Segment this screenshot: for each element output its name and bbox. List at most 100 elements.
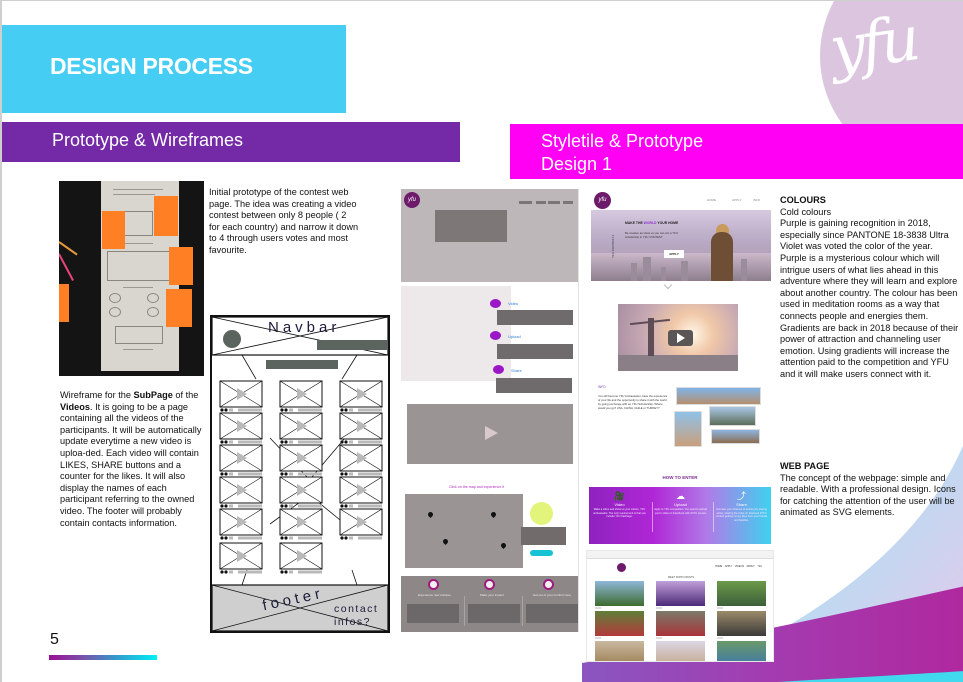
like-icon [280, 504, 284, 508]
mockup2-hero: MAKE THE WORLD YOUR HOME Be creative as … [591, 210, 771, 281]
like-counter [229, 408, 233, 412]
like-icon [220, 408, 224, 412]
sticky-note [169, 247, 193, 285]
like-counter [229, 570, 233, 574]
sticky-note [102, 211, 125, 249]
play-icon [485, 426, 498, 440]
section2-heading-line2: Design 1 [541, 154, 613, 174]
wireframe-connector [341, 354, 358, 380]
step-share: ⤴ Share Increase your chances of winning… [715, 491, 768, 522]
browser-chrome [587, 551, 773, 559]
participant-name [358, 408, 382, 412]
hero-person [711, 232, 733, 281]
sticky-note [154, 196, 178, 236]
like-counter [229, 472, 233, 476]
map-pin-icon [489, 510, 498, 519]
participant-video-thumbnail [656, 581, 705, 606]
like-counter [289, 472, 293, 476]
mockup2-nav-item: HOME [707, 198, 716, 202]
mockup1-footer-box [468, 604, 520, 623]
like-counter [289, 570, 293, 574]
like-icon [220, 440, 224, 444]
map-pin-icon [426, 510, 435, 519]
mockup2-nav-item: INFO [753, 198, 761, 202]
participant-name [298, 536, 322, 540]
mockup2-info-text: You will become YFU Ambassador, have the… [598, 394, 668, 410]
share-icon [344, 440, 348, 444]
wireframe-page-title [266, 360, 338, 369]
pencil [59, 253, 74, 281]
webpage-text: The concept of the webpage: simple and r… [780, 472, 956, 518]
mockup1-footer-label: Get out of your comfort zone [533, 593, 572, 597]
colours-subheading: Cold colours [780, 206, 832, 217]
share-icon [284, 570, 288, 574]
mockup1-nav-item [519, 201, 532, 204]
mockup2-nav-item: APPLY [732, 198, 742, 202]
like-icon [280, 536, 284, 540]
like-icon [340, 440, 344, 444]
like-button [717, 637, 723, 639]
like-counter [289, 440, 293, 444]
share-icon [284, 504, 288, 508]
participant-video-thumbnail [595, 641, 644, 661]
cloud-upload-icon: ☁ [676, 491, 685, 501]
webpage-description: WEB PAGE The concept of the webpage: sim… [780, 461, 960, 519]
section2-heading: Styletile & Prototype Design 1 [541, 130, 703, 176]
mockup1-hero-box [435, 210, 507, 242]
wireframe-connector [351, 569, 358, 586]
share-icon [224, 504, 228, 508]
participant-name [358, 504, 382, 508]
wireframe-contact-label: contact infos? [334, 603, 379, 628]
share-icon [284, 536, 288, 540]
mockup1-feature-box [496, 378, 572, 393]
like-button [656, 637, 662, 639]
wireframe-description: Wireframe for the SubPage of the Videos.… [60, 390, 202, 528]
like-icon [280, 440, 284, 444]
like-icon [220, 504, 224, 508]
how-to-enter-steps: 🎥 Video Make a video and show us your cu… [589, 487, 771, 544]
share-icon [224, 570, 228, 574]
slide: yfu DESIGN PROCESS Prototype & Wireframe… [0, 0, 963, 682]
step-video: 🎥 Video Make a video and show us your cu… [593, 491, 646, 519]
mockup1-info-box [521, 527, 566, 545]
how-to-enter-heading: HOW TO ENTER [662, 475, 698, 480]
like-icon [220, 472, 224, 476]
mockup2-info-heading: INFO [598, 385, 606, 389]
comfort-zone-icon [543, 579, 554, 590]
like-counter [349, 408, 353, 412]
webpage-heading: WEB PAGE [780, 461, 830, 471]
participant-name [298, 440, 322, 444]
share-icon [344, 408, 348, 412]
mockup1-footer-label: Make your impact [480, 593, 504, 597]
participant-video-thumbnail [656, 611, 705, 636]
mockup2-video [618, 304, 738, 371]
mockup1-nav-item [536, 201, 546, 204]
street-image [674, 411, 702, 447]
mockup2-hero-subtitle: Be creative as show us you can win a YFU… [625, 231, 678, 239]
mockup1-map [405, 494, 523, 568]
like-icon [280, 570, 284, 574]
participant-name [238, 472, 262, 476]
mockup1-map-caption: Click on the map and experience it [449, 485, 505, 489]
like-icon [340, 472, 344, 476]
culture-icon [428, 579, 439, 590]
share-icon [224, 536, 228, 540]
like-icon [340, 536, 344, 540]
skyline-image [676, 387, 761, 405]
wireframe-connector [241, 354, 257, 380]
section2-heading-line1: Styletile & Prototype [541, 131, 704, 151]
videos-subpage-wireframe: Navbar footer contact infos? [210, 315, 390, 633]
like-counter [289, 536, 293, 540]
participant-name [238, 440, 262, 444]
impact-icon [484, 579, 495, 590]
page-number-underline [49, 655, 157, 660]
mockup1-hero: yfu [401, 189, 578, 282]
share-icon [493, 365, 504, 374]
share-icon [344, 504, 348, 508]
participant-name [238, 504, 262, 508]
participant-name [298, 472, 322, 476]
mockup1-logo: yfu [404, 192, 420, 208]
video-icon [490, 299, 501, 308]
like-counter [349, 472, 353, 476]
mockup3-logo [617, 563, 626, 572]
